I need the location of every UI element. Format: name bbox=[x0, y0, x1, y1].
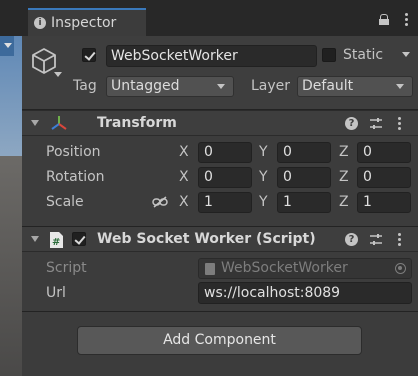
position-x-field[interactable]: 0 bbox=[198, 142, 252, 163]
static-checkbox[interactable] bbox=[322, 48, 336, 62]
transform-icon bbox=[51, 116, 67, 130]
scale-x-label[interactable]: X bbox=[179, 194, 189, 210]
gameobject-header: WebSocketWorker Static Tag Untagged Laye… bbox=[22, 36, 418, 110]
script-file-icon bbox=[205, 263, 215, 275]
chevron-down-icon bbox=[217, 84, 225, 89]
tab-bar: i Inspector bbox=[22, 0, 418, 36]
scale-z-field[interactable]: 1 bbox=[357, 192, 411, 213]
scale-label: Scale bbox=[46, 194, 84, 210]
more-options-icon[interactable] bbox=[405, 13, 408, 26]
position-x-label[interactable]: X bbox=[179, 144, 189, 160]
tab-inspector[interactable]: i Inspector bbox=[28, 8, 146, 36]
help-icon[interactable]: ? bbox=[345, 233, 358, 246]
component-menu-icon[interactable] bbox=[398, 233, 401, 246]
layer-label: Layer bbox=[251, 78, 291, 94]
script-object-field[interactable]: WebSocketWorker bbox=[198, 258, 412, 279]
gameobject-active-checkbox[interactable] bbox=[82, 48, 96, 62]
transform-header[interactable]: Transform ? bbox=[22, 110, 418, 136]
object-picker-icon[interactable] bbox=[395, 263, 406, 274]
rotation-y-label[interactable]: Y bbox=[259, 169, 268, 185]
chevron-down-icon bbox=[396, 84, 404, 89]
foldout-arrow-icon[interactable] bbox=[31, 236, 39, 242]
position-y-field[interactable]: 0 bbox=[277, 142, 331, 163]
rotation-y-field[interactable]: 0 bbox=[277, 167, 331, 188]
divider bbox=[22, 311, 418, 312]
foldout-arrow-icon[interactable] bbox=[31, 120, 39, 126]
rotation-z-field[interactable]: 0 bbox=[357, 167, 411, 188]
layer-dropdown[interactable]: Default bbox=[297, 76, 413, 97]
scale-z-label[interactable]: Z bbox=[339, 194, 349, 210]
scale-y-field[interactable]: 1 bbox=[277, 192, 331, 213]
scale-y-label[interactable]: Y bbox=[259, 194, 268, 210]
presets-icon[interactable] bbox=[369, 233, 383, 246]
static-dropdown-caret[interactable] bbox=[402, 52, 410, 57]
url-label: Url bbox=[46, 285, 66, 301]
tag-value: Untagged bbox=[111, 78, 180, 94]
tag-label: Tag bbox=[73, 78, 97, 94]
static-label: Static bbox=[343, 47, 384, 63]
scene-dropdown-button[interactable] bbox=[0, 36, 14, 56]
presets-icon[interactable] bbox=[369, 117, 383, 130]
layer-value: Default bbox=[302, 78, 354, 94]
csharp-script-icon: # bbox=[50, 232, 63, 248]
rotation-x-field[interactable]: 0 bbox=[198, 167, 252, 188]
scene-view-edge bbox=[0, 0, 22, 376]
rotation-x-label[interactable]: X bbox=[179, 169, 189, 185]
position-z-label[interactable]: Z bbox=[339, 144, 349, 160]
lock-icon[interactable] bbox=[379, 14, 389, 25]
position-y-label[interactable]: Y bbox=[259, 144, 268, 160]
tag-dropdown[interactable]: Untagged bbox=[106, 76, 234, 97]
script-component-title: Web Socket Worker (Script) bbox=[97, 231, 316, 247]
scene-ground bbox=[0, 156, 22, 376]
chevron-down-icon bbox=[4, 43, 12, 48]
url-input[interactable]: ws://localhost:8089 bbox=[198, 282, 412, 304]
script-component-header[interactable]: # Web Socket Worker (Script) ? bbox=[22, 226, 418, 252]
position-label: Position bbox=[46, 144, 101, 160]
transform-title: Transform bbox=[97, 115, 177, 131]
icon-dropdown-caret[interactable] bbox=[54, 72, 62, 77]
script-value: WebSocketWorker bbox=[221, 260, 348, 276]
script-label: Script bbox=[46, 260, 87, 276]
svg-text:#: # bbox=[52, 237, 60, 248]
constrain-proportions-icon[interactable] bbox=[152, 196, 168, 208]
position-z-field[interactable]: 0 bbox=[357, 142, 411, 163]
help-icon[interactable]: ? bbox=[345, 117, 358, 130]
tab-inspector-label: Inspector bbox=[51, 15, 117, 31]
add-component-button[interactable]: Add Component bbox=[77, 326, 362, 355]
component-menu-icon[interactable] bbox=[398, 117, 401, 130]
info-icon: i bbox=[34, 17, 46, 29]
gameobject-name-field[interactable]: WebSocketWorker bbox=[106, 45, 317, 67]
script-enabled-checkbox[interactable] bbox=[72, 232, 86, 246]
rotation-label: Rotation bbox=[46, 169, 105, 185]
rotation-z-label[interactable]: Z bbox=[339, 169, 349, 185]
inspector-panel: i Inspector WebSocketWorker Static Tag U… bbox=[22, 0, 418, 376]
scale-x-field[interactable]: 1 bbox=[198, 192, 252, 213]
